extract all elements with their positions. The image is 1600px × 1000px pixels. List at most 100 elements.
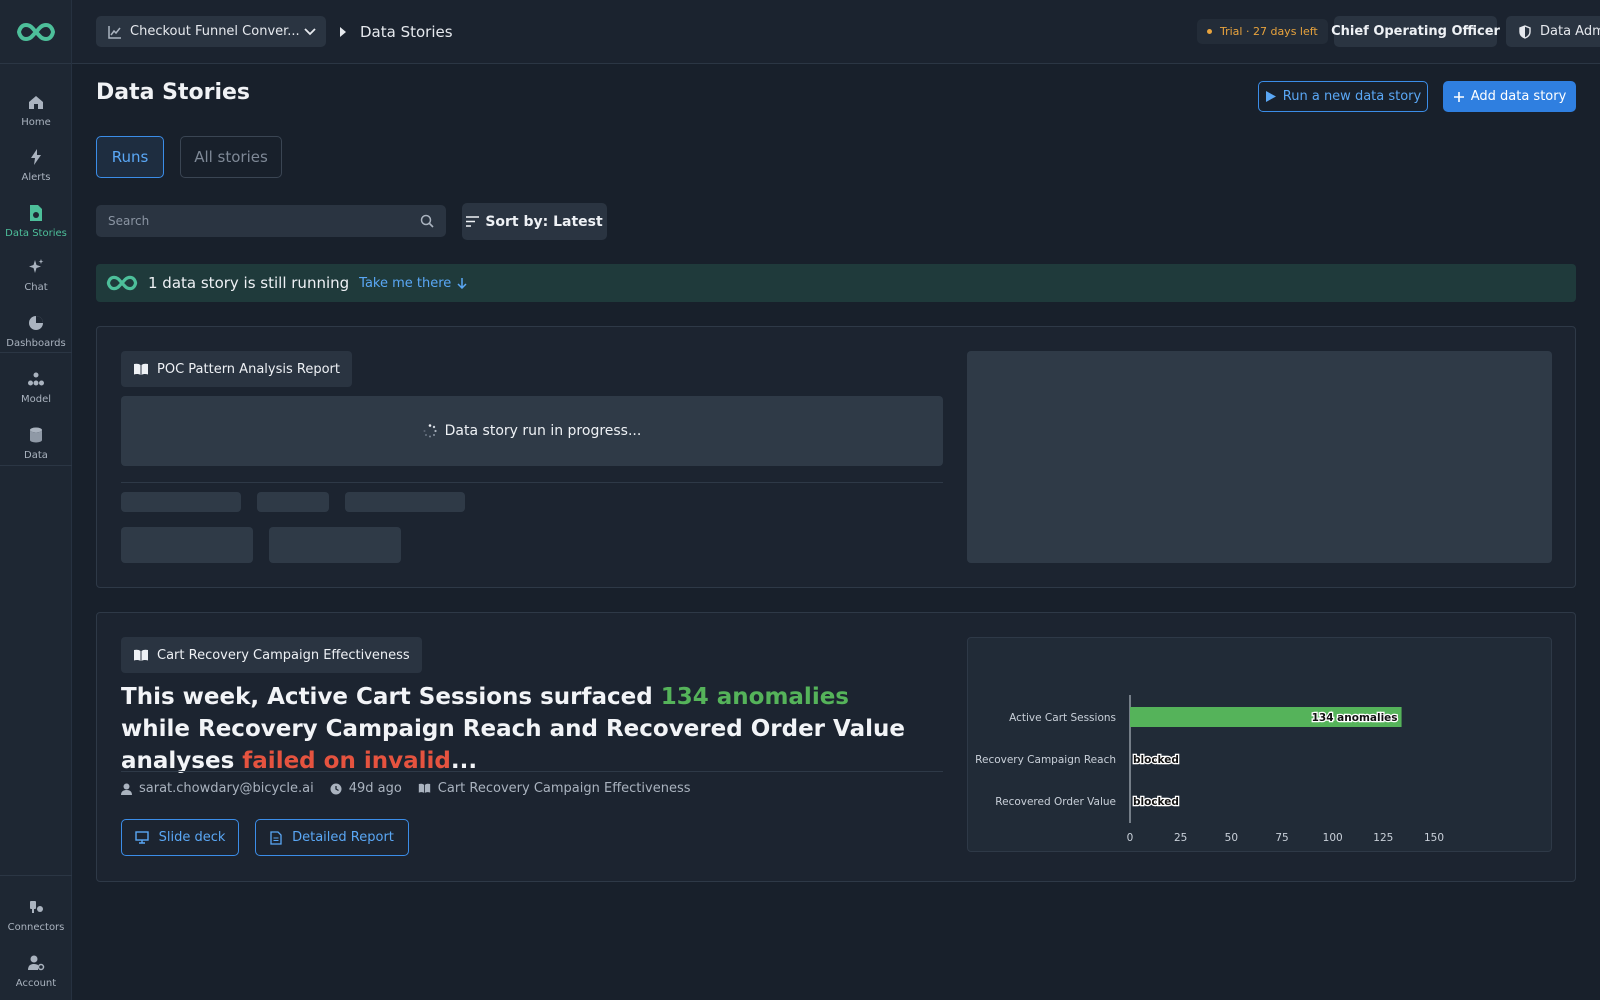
- sidebar-item-data-stories[interactable]: Data Stories: [0, 196, 72, 246]
- story-card-completed[interactable]: Cart Recovery Campaign Effectiveness Thi…: [96, 612, 1576, 882]
- story-name: Cart Recovery Campaign Effectiveness: [437, 781, 691, 796]
- progress-text: Data story run in progress...: [444, 423, 642, 439]
- sort-icon: [466, 216, 480, 227]
- project-selector[interactable]: Checkout Funnel Conver...: [96, 16, 326, 47]
- card-divider: [121, 771, 943, 772]
- sidebar-divider: [0, 875, 72, 876]
- story-headline[interactable]: This week, Active Cart Sessions surfaced…: [121, 681, 921, 777]
- x-tick-label: 25: [1174, 832, 1187, 844]
- project-name: Checkout Funnel Conver...: [130, 24, 300, 39]
- model-icon: [28, 372, 44, 385]
- sort-label: Sort by: Latest: [485, 213, 603, 230]
- home-icon: [29, 95, 43, 109]
- skeleton-line: [257, 492, 329, 512]
- run-new-data-story-button[interactable]: Run a new data story: [1258, 81, 1428, 112]
- lightning-icon: [31, 148, 41, 165]
- plus-icon: [1453, 91, 1464, 102]
- sidebar-item-label: Model: [20, 393, 52, 405]
- sidebar-item-model[interactable]: Model: [0, 362, 72, 412]
- x-tick-label: 150: [1424, 832, 1444, 844]
- breadcrumb-arrow-icon: [340, 26, 346, 37]
- x-tick-label: 50: [1225, 832, 1238, 844]
- admin-label: Data Admin: [1540, 24, 1600, 39]
- category-label: Active Cart Sessions: [1009, 712, 1116, 724]
- tab-runs[interactable]: Runs: [96, 136, 164, 178]
- clock-icon: [330, 783, 342, 794]
- book-icon: [418, 783, 430, 793]
- sidebar-item-label: Home: [21, 116, 51, 128]
- admin-menu[interactable]: Data Admin: [1506, 16, 1600, 47]
- sidebar-item-connectors[interactable]: Connectors: [0, 890, 72, 940]
- preview-placeholder: [967, 351, 1552, 563]
- sort-button[interactable]: Sort by: Latest: [462, 203, 607, 240]
- user-icon: [121, 783, 132, 795]
- presentation-icon: [134, 831, 149, 844]
- take-me-there-label: Take me there: [359, 275, 452, 291]
- infinity-logo-icon: [106, 275, 138, 291]
- search-placeholder: Search: [108, 214, 150, 228]
- x-tick-label: 75: [1275, 832, 1288, 844]
- sidebar-item-chat[interactable]: Chat: [0, 250, 72, 300]
- data-label: blocked: [1133, 796, 1179, 808]
- age-text: 49d ago: [348, 781, 402, 796]
- tab-all-stories[interactable]: All stories: [180, 136, 282, 178]
- run-progress: Data story run in progress...: [121, 396, 943, 466]
- detailed-report-label: Detailed Report: [292, 830, 394, 845]
- pie-chart-icon: [29, 315, 43, 330]
- add-data-story-button[interactable]: Add data story: [1443, 81, 1576, 112]
- sidebar-item-home[interactable]: Home: [0, 85, 72, 135]
- story-card-running[interactable]: POC Pattern Analysis Report Data story r…: [96, 326, 1576, 588]
- trial-text: Trial · 27 days left: [1220, 25, 1318, 38]
- breadcrumb: Data Stories: [340, 16, 453, 47]
- x-tick-label: 125: [1373, 832, 1393, 844]
- meta-story: Cart Recovery Campaign Effectiveness: [418, 781, 691, 796]
- sidebar-item-label: Connectors: [7, 921, 65, 933]
- skeleton-line: [345, 492, 465, 512]
- page-title: Data Stories: [96, 80, 251, 105]
- sidebar-item-data[interactable]: Data: [0, 418, 72, 468]
- category-label: Recovered Order Value: [995, 796, 1116, 808]
- skeleton-button: [269, 527, 401, 563]
- sidebar-item-dashboards[interactable]: Dashboards: [0, 306, 72, 356]
- top-bar: Checkout Funnel Conver... Data Stories T…: [72, 0, 1600, 64]
- line-chart-icon: [108, 25, 121, 39]
- detailed-report-button[interactable]: Detailed Report: [255, 819, 409, 856]
- plug-icon: [30, 900, 43, 913]
- user-settings-icon: [28, 955, 45, 970]
- x-tick-label: 0: [1127, 832, 1134, 844]
- slide-deck-label: Slide deck: [158, 830, 226, 845]
- x-tick-label: 100: [1323, 832, 1343, 844]
- status-dot-icon: [1207, 29, 1212, 34]
- meta-age: 49d ago: [330, 781, 402, 796]
- sidebar-divider: [0, 465, 72, 466]
- bar-chart: Active Cart Sessions 134 anomalies Recover…: [975, 695, 1444, 844]
- sidebar-item-account[interactable]: Account: [0, 946, 72, 996]
- story-title: Cart Recovery Campaign Effectiveness: [157, 647, 410, 663]
- logo[interactable]: [0, 0, 71, 64]
- headline-text: This week, Active Cart Sessions surfaced: [121, 684, 661, 710]
- breadcrumb-current: Data Stories: [360, 22, 453, 41]
- role-label: Chief Operating Officer: [1331, 24, 1500, 39]
- trial-badge: Trial · 27 days left: [1197, 19, 1328, 44]
- skeleton-line: [121, 492, 241, 512]
- sidebar-item-label: Chat: [24, 281, 48, 293]
- sidebar-divider: [0, 352, 72, 353]
- sidebar-item-label: Data: [24, 449, 48, 461]
- role-selector[interactable]: Chief Operating Officer: [1331, 16, 1500, 47]
- sidebar-item-label: Dashboards: [6, 337, 66, 349]
- sidebar-item-alerts[interactable]: Alerts: [0, 140, 72, 190]
- arrow-down-icon: [457, 278, 467, 289]
- take-me-there-link[interactable]: Take me there: [359, 276, 467, 291]
- shield-icon: [1519, 24, 1531, 39]
- headline-text: while Recovery Campaign Reach and Recove…: [121, 716, 905, 774]
- story-title-chip: Cart Recovery Campaign Effectiveness: [121, 637, 422, 673]
- spinner-icon: [423, 424, 437, 438]
- book-icon: [134, 649, 148, 661]
- book-icon: [134, 363, 148, 375]
- data-label: 134 anomalies: [1312, 712, 1398, 724]
- search-icon: [420, 214, 434, 228]
- play-icon: [1265, 91, 1276, 102]
- search-input[interactable]: Search: [96, 205, 446, 237]
- sidebar: Home Alerts Data Stories Chat Dashboards…: [0, 0, 72, 1000]
- slide-deck-button[interactable]: Slide deck: [121, 819, 239, 856]
